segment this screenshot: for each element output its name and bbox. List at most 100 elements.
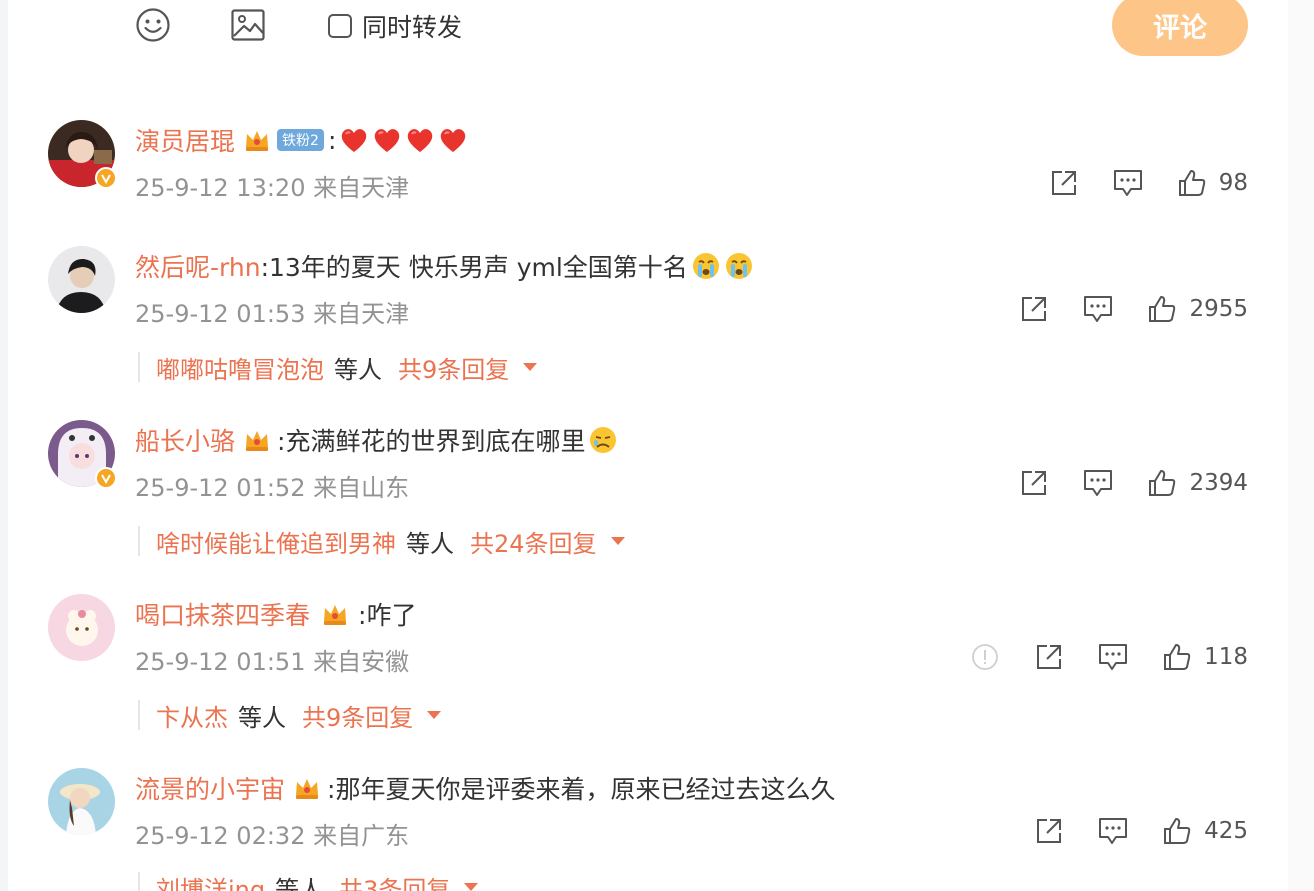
comment-timestamp: 25-9-12 01:51 来自安徽 [135,648,410,676]
comment-text: :那年夏天你是评委来着，原来已经过去这么久 [327,775,836,804]
reply-etc-label: 等人 [238,703,286,732]
reply-button[interactable] [1081,466,1115,500]
comment-timestamp: 25-9-12 01:52 来自山东 [135,474,410,502]
sad-face-icon [590,427,617,453]
reply-etc-label: 等人 [334,355,382,384]
like-count: 98 [1218,170,1248,196]
emoji-button[interactable] [134,6,172,44]
image-icon [231,9,265,41]
avatar-image [48,594,115,661]
insert-image-button[interactable] [229,6,267,44]
reply-summary[interactable]: 啥时候能让俺追到男神 等人 共24条回复 [138,524,625,559]
comments-panel: 同时转发 评论 演员居琨 铁粉2: 25-9-12 13:20 来自天津 98… [8,0,1288,891]
heart-icon [441,129,466,152]
reply-summary[interactable]: 嘟嘟咕噜冒泡泡 等人 共9条回复 [138,350,538,385]
reply-count-link[interactable]: 共3条回复 [339,870,450,891]
share-icon [1037,645,1062,669]
comment-actions: 2955 [1017,292,1248,326]
reply-user[interactable]: 嘟嘟咕噜冒泡泡 [156,350,324,385]
avatar-image [48,246,115,313]
username[interactable]: 喝口抹茶四季春 [135,596,310,632]
repost-label: 同时转发 [362,13,463,42]
reply-user[interactable]: 啥时候能让俺追到男神 [156,524,396,559]
reply-button[interactable] [1111,166,1145,200]
verified-badge-icon [95,467,117,489]
thumbs-up-icon [1149,470,1176,496]
avatar[interactable] [48,120,117,189]
avatar[interactable] [48,594,115,661]
repost-checkbox[interactable] [328,14,352,38]
reply-button[interactable] [1096,640,1130,674]
like-button[interactable] [1145,466,1179,500]
comment-text: :充满鲜花的世界到底在哪里 [277,427,586,456]
report-button[interactable] [968,640,1002,674]
share-icon [1051,171,1076,195]
like-count: 2955 [1189,296,1248,322]
reply-user[interactable]: 卞从杰 [156,698,228,733]
reply-count-link[interactable]: 共24条回复 [470,524,597,559]
vip-crown-icon [296,779,319,799]
reply-etc-label: 等人 [275,875,324,891]
verified-badge-icon [95,167,117,189]
reply-count-link[interactable]: 共9条回复 [398,350,509,385]
thumbs-up-icon [1164,644,1191,670]
share-button[interactable] [1047,166,1081,200]
vip-crown-icon [246,131,269,151]
comment-actions: 118 [968,640,1248,674]
reply-summary[interactable]: 刘博洋ing 等人 共3条回复 [138,870,479,891]
share-button[interactable] [1032,814,1066,848]
reply-count-link[interactable]: 共9条回复 [302,698,413,733]
username[interactable]: 然后呢-rhn [135,248,261,284]
caret-down-icon [427,711,442,719]
comment-icon [1084,296,1113,322]
like-button[interactable] [1145,292,1179,326]
share-button[interactable] [1017,292,1051,326]
alert-icon [972,644,998,670]
caret-down-icon [523,363,538,371]
share-button[interactable] [1032,640,1066,674]
page-right-gutter [1288,0,1314,891]
comment-icon [1113,170,1142,196]
heart-icon [342,129,367,152]
comment-timestamp: 25-9-12 01:53 来自天津 [135,300,410,328]
like-count: 118 [1204,644,1248,670]
comment-actions: 2394 [1017,466,1248,500]
thumbs-up-icon [1164,818,1191,844]
thumbs-up-icon [1149,296,1176,322]
like-button[interactable] [1160,814,1194,848]
like-button[interactable] [1175,166,1209,200]
repost-toggle[interactable]: 同时转发 [328,8,462,44]
like-button[interactable] [1160,640,1194,674]
reply-user[interactable]: 刘博洋ing [156,870,265,891]
comment-timestamp: 25-9-12 02:32 来自广东 [135,822,410,850]
submit-comment-button[interactable]: 评论 [1112,0,1248,56]
avatar[interactable] [48,246,115,313]
heart-icon [375,129,400,152]
comment-composer-toolbar: 同时转发 评论 [8,0,1288,60]
reply-button[interactable] [1096,814,1130,848]
reply-button[interactable] [1081,292,1115,326]
username[interactable]: 演员居琨 [135,122,235,158]
share-button[interactable] [1017,466,1051,500]
avatar[interactable] [48,420,117,489]
comment-actions: 425 [1032,814,1248,848]
comment-icon [1099,644,1128,670]
smiley-icon [136,8,170,42]
fan-level-badge: 铁粉2 [277,129,324,151]
comment-text: :咋了 [358,601,417,630]
comment-icon [1084,470,1113,496]
comment-icon [1099,818,1128,844]
comment-timestamp: 25-9-12 13:20 来自天津 [135,174,410,202]
caret-down-icon [610,537,625,545]
share-icon [1022,297,1047,321]
like-count: 425 [1204,818,1248,844]
reply-etc-label: 等人 [406,529,454,558]
crying-face-icon [692,253,719,279]
thumbs-up-icon [1178,170,1205,196]
username[interactable]: 流景的小宇宙 [135,770,285,806]
reply-summary[interactable]: 卞从杰 等人 共9条回复 [138,698,442,733]
username[interactable]: 船长小骆 [135,422,235,458]
avatar[interactable] [48,768,115,835]
share-icon [1022,471,1047,495]
crying-face-icon [725,253,752,279]
